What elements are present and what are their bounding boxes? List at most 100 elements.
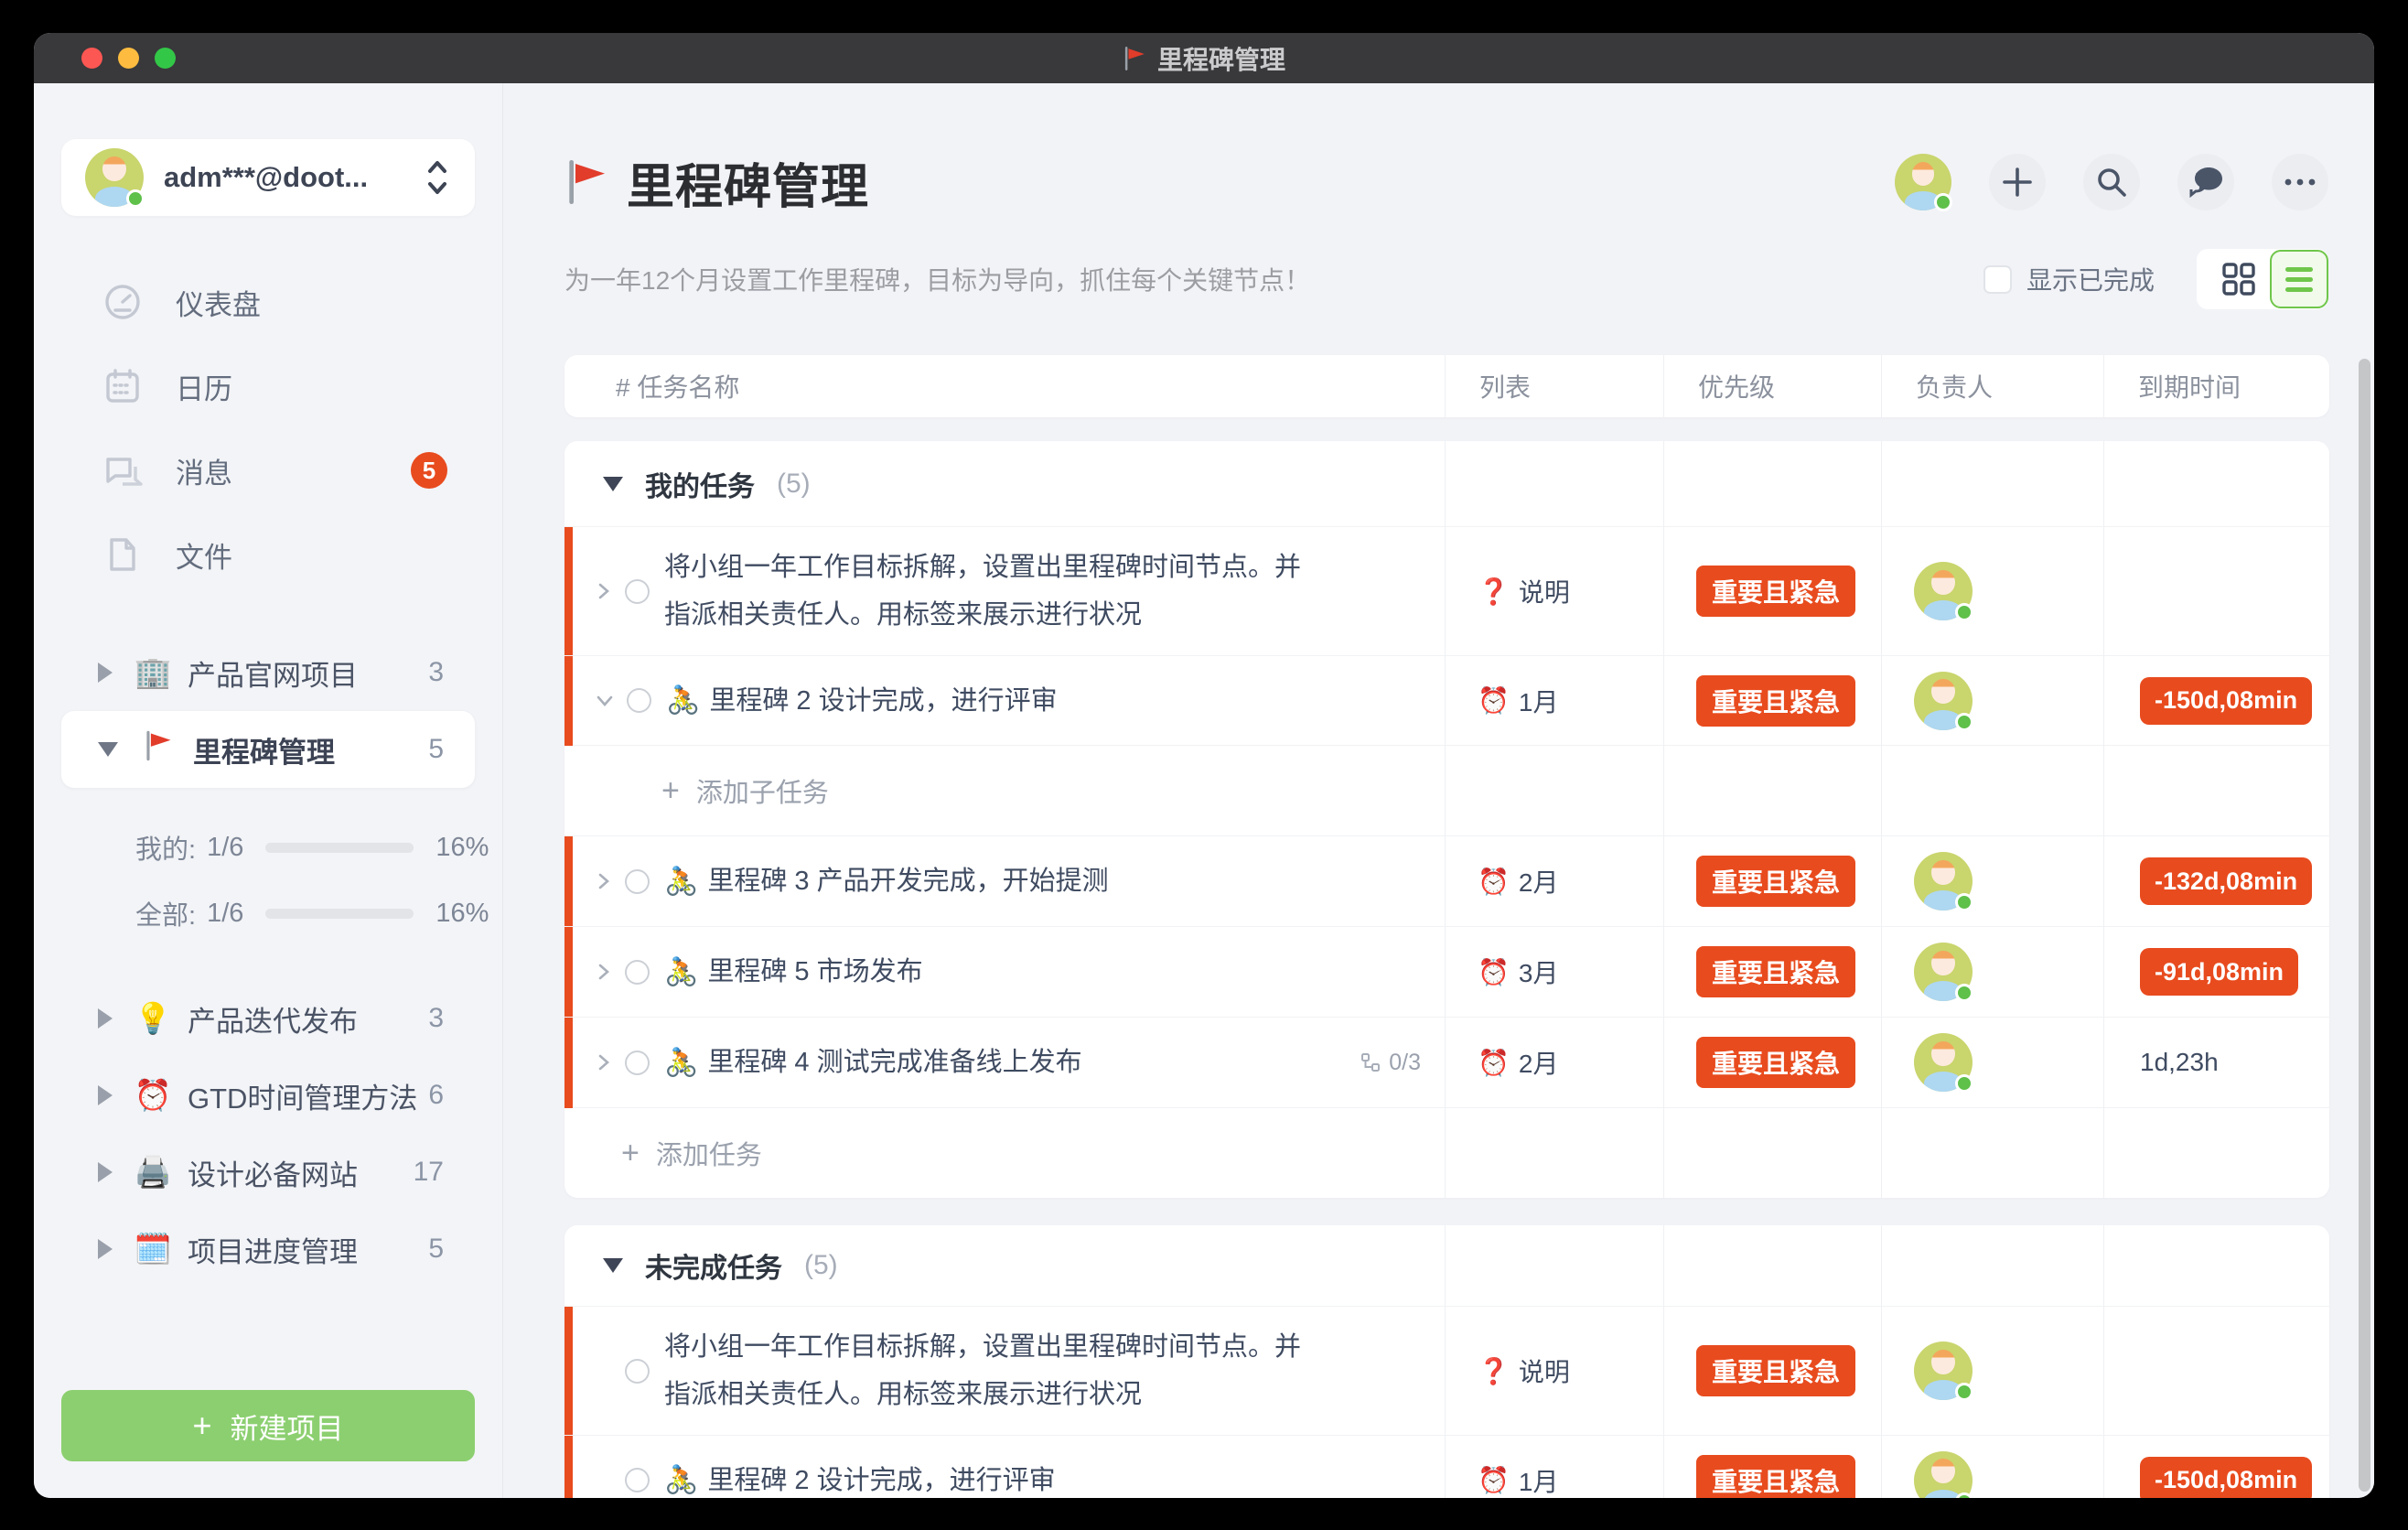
- new-project-button[interactable]: + 新建项目: [61, 1390, 475, 1461]
- chevron-right-icon[interactable]: [98, 1239, 113, 1259]
- sidebar-item-label: 仪表盘: [176, 282, 261, 323]
- due-time-badge: -150d,08min: [2140, 1457, 2312, 1499]
- sidebar-item-files[interactable]: 文件: [34, 512, 502, 597]
- cyclist-icon: 🚴: [664, 1464, 698, 1496]
- task-complete-checkbox[interactable]: [625, 1051, 650, 1075]
- task-complete-checkbox[interactable]: [625, 1468, 650, 1492]
- task-row[interactable]: 将小组一年工作目标拆解，设置出里程碑时间节点。并指派相关责任人。用标签来展示进行…: [564, 526, 2329, 655]
- vertical-scrollbar[interactable]: [2359, 359, 2370, 1492]
- show-completed-checkbox[interactable]: [1983, 265, 2012, 294]
- sidebar-item-calendar[interactable]: 日历: [34, 344, 502, 428]
- add-button[interactable]: [1989, 154, 2046, 210]
- list-view-button[interactable]: [2270, 250, 2328, 308]
- project-item-website[interactable]: 🏢 产品官网项目 3: [34, 634, 502, 711]
- sidebar-item-dashboard[interactable]: 仪表盘: [34, 260, 502, 344]
- task-row[interactable]: 🚴 里程碑 3 产品开发完成，开始提测 ⏰2月 重要且紧急 -132d,08mi…: [564, 835, 2329, 926]
- task-row[interactable]: 🚴 里程碑 5 市场发布 ⏰3月 重要且紧急 -91d,08min: [564, 926, 2329, 1017]
- task-complete-checkbox[interactable]: [625, 960, 650, 985]
- collapse-group-icon[interactable]: [603, 1258, 623, 1273]
- project-count: 3: [428, 657, 444, 688]
- cyclist-icon: 🚴: [666, 684, 700, 717]
- project-item-design-sites[interactable]: 🖨️ 设计必备网站 17: [34, 1134, 502, 1211]
- priority-badge: 重要且紧急: [1696, 1037, 1855, 1088]
- stat-ratio: 1/6: [207, 899, 243, 929]
- task-complete-checkbox[interactable]: [625, 1359, 650, 1384]
- assignee-avatar: [1914, 672, 1973, 730]
- expand-task-icon[interactable]: [594, 1051, 614, 1073]
- chevron-right-icon[interactable]: [98, 1008, 113, 1029]
- column-header-task-name: # 任务名称: [564, 368, 1445, 404]
- task-row[interactable]: 🚴 里程碑 2 设计完成，进行评审 ⏰1月 重要且紧急 -150d,08min: [564, 655, 2329, 745]
- add-task-row[interactable]: + 添加任务: [564, 1107, 2329, 1198]
- chevron-down-icon[interactable]: [98, 742, 118, 757]
- assignee-avatar: [1914, 943, 1973, 1001]
- project-item-gtd[interactable]: ⏰ GTD时间管理方法 6: [34, 1057, 502, 1134]
- group-name: 我的任务: [645, 464, 755, 504]
- up-down-chevron-icon: [424, 157, 451, 198]
- task-row[interactable]: 🚴 里程碑 2 设计完成，进行评审 ⏰1月 重要且紧急 -150d,08min: [564, 1435, 2329, 1498]
- due-time-cell: [2103, 527, 2329, 655]
- project-item-iteration[interactable]: 💡 产品迭代发布 3: [34, 980, 502, 1057]
- progress-bar: [265, 843, 414, 853]
- priority-badge: 重要且紧急: [1696, 856, 1855, 907]
- expand-task-icon[interactable]: [594, 961, 614, 983]
- project-count: 3: [428, 1003, 444, 1034]
- task-complete-checkbox[interactable]: [625, 579, 650, 604]
- more-button[interactable]: [2272, 154, 2328, 210]
- assignee-avatar: [1914, 1341, 1973, 1400]
- task-complete-checkbox[interactable]: [625, 869, 650, 894]
- project-progress-stats: 我的: 1/6 16% 全部: 1/6 16%: [34, 814, 502, 946]
- spiral-calendar-icon: 🗓️: [133, 1232, 173, 1267]
- group-header[interactable]: 我的任务 (5): [564, 441, 2329, 526]
- assignee-avatar: [1914, 1033, 1973, 1092]
- dashboard-icon: [102, 282, 143, 322]
- project-label: 产品官网项目: [188, 652, 358, 694]
- search-icon: [2096, 167, 2127, 198]
- chevron-right-icon[interactable]: [98, 1162, 113, 1182]
- sidebar-item-messages[interactable]: 消息 5: [34, 428, 502, 512]
- group-name: 未完成任务: [645, 1245, 782, 1286]
- project-item-milestone[interactable]: 里程碑管理 5: [61, 711, 475, 788]
- collapse-task-icon[interactable]: [594, 693, 616, 709]
- project-count: 5: [428, 734, 444, 765]
- task-row[interactable]: 将小组一年工作目标拆解，设置出里程碑时间节点。并指派相关责任人。用标签来展示进行…: [564, 1306, 2329, 1435]
- file-icon: [102, 534, 143, 575]
- chevron-right-icon[interactable]: [98, 663, 113, 683]
- window-title: 里程碑管理: [34, 33, 2374, 83]
- sidebar-item-label: 日历: [176, 366, 232, 407]
- user-name: adm***@doot...: [164, 161, 368, 194]
- project-list: 🏢 产品官网项目 3 里程碑管理 5 我的: 1/6 16%: [34, 634, 502, 1288]
- view-toggle: [2197, 249, 2328, 309]
- cyclist-icon: 🚴: [664, 956, 698, 988]
- collapse-group-icon[interactable]: [603, 477, 623, 491]
- online-status-dot: [126, 189, 145, 208]
- due-time-badge: -132d,08min: [2140, 857, 2312, 905]
- grid-view-button[interactable]: [2219, 259, 2259, 299]
- cyclist-icon: 🚴: [664, 866, 698, 898]
- project-item-schedule[interactable]: 🗓️ 项目进度管理 5: [34, 1211, 502, 1288]
- current-user-avatar[interactable]: [1895, 154, 1951, 210]
- alarm-clock-icon: ⏰: [1478, 867, 1510, 897]
- plus-icon: +: [661, 773, 680, 809]
- task-title: 里程碑 2 设计完成，进行评审: [707, 1457, 1055, 1499]
- due-time-text: 1d,23h: [2140, 1048, 2219, 1077]
- chevron-right-icon[interactable]: [98, 1085, 113, 1105]
- search-button[interactable]: [2083, 154, 2140, 210]
- task-list-name: 1月: [1519, 1462, 1559, 1499]
- account-switcher[interactable]: adm***@doot...: [61, 139, 475, 216]
- printer-icon: 🖨️: [133, 1155, 173, 1191]
- expand-task-icon[interactable]: [594, 580, 614, 602]
- add-subtask-row[interactable]: + 添加子任务: [564, 745, 2329, 835]
- task-row[interactable]: 🚴 里程碑 4 测试完成准备线上发布 0/3 ⏰2月 重要且紧急 1d,23h: [564, 1017, 2329, 1107]
- red-flag-icon: [138, 729, 178, 770]
- expand-task-icon[interactable]: [594, 870, 614, 892]
- task-list-name: 1月: [1519, 683, 1559, 719]
- task-complete-checkbox[interactable]: [627, 688, 651, 713]
- task-list-name: 2月: [1519, 1044, 1559, 1081]
- page-title-text: 里程碑管理: [627, 148, 869, 217]
- chat-button[interactable]: [2177, 154, 2234, 210]
- question-icon: ❓: [1478, 1356, 1510, 1386]
- group-header[interactable]: 未完成任务 (5): [564, 1225, 2329, 1306]
- alarm-clock-icon: ⏰: [1478, 1048, 1510, 1078]
- priority-badge: 重要且紧急: [1696, 1345, 1855, 1396]
